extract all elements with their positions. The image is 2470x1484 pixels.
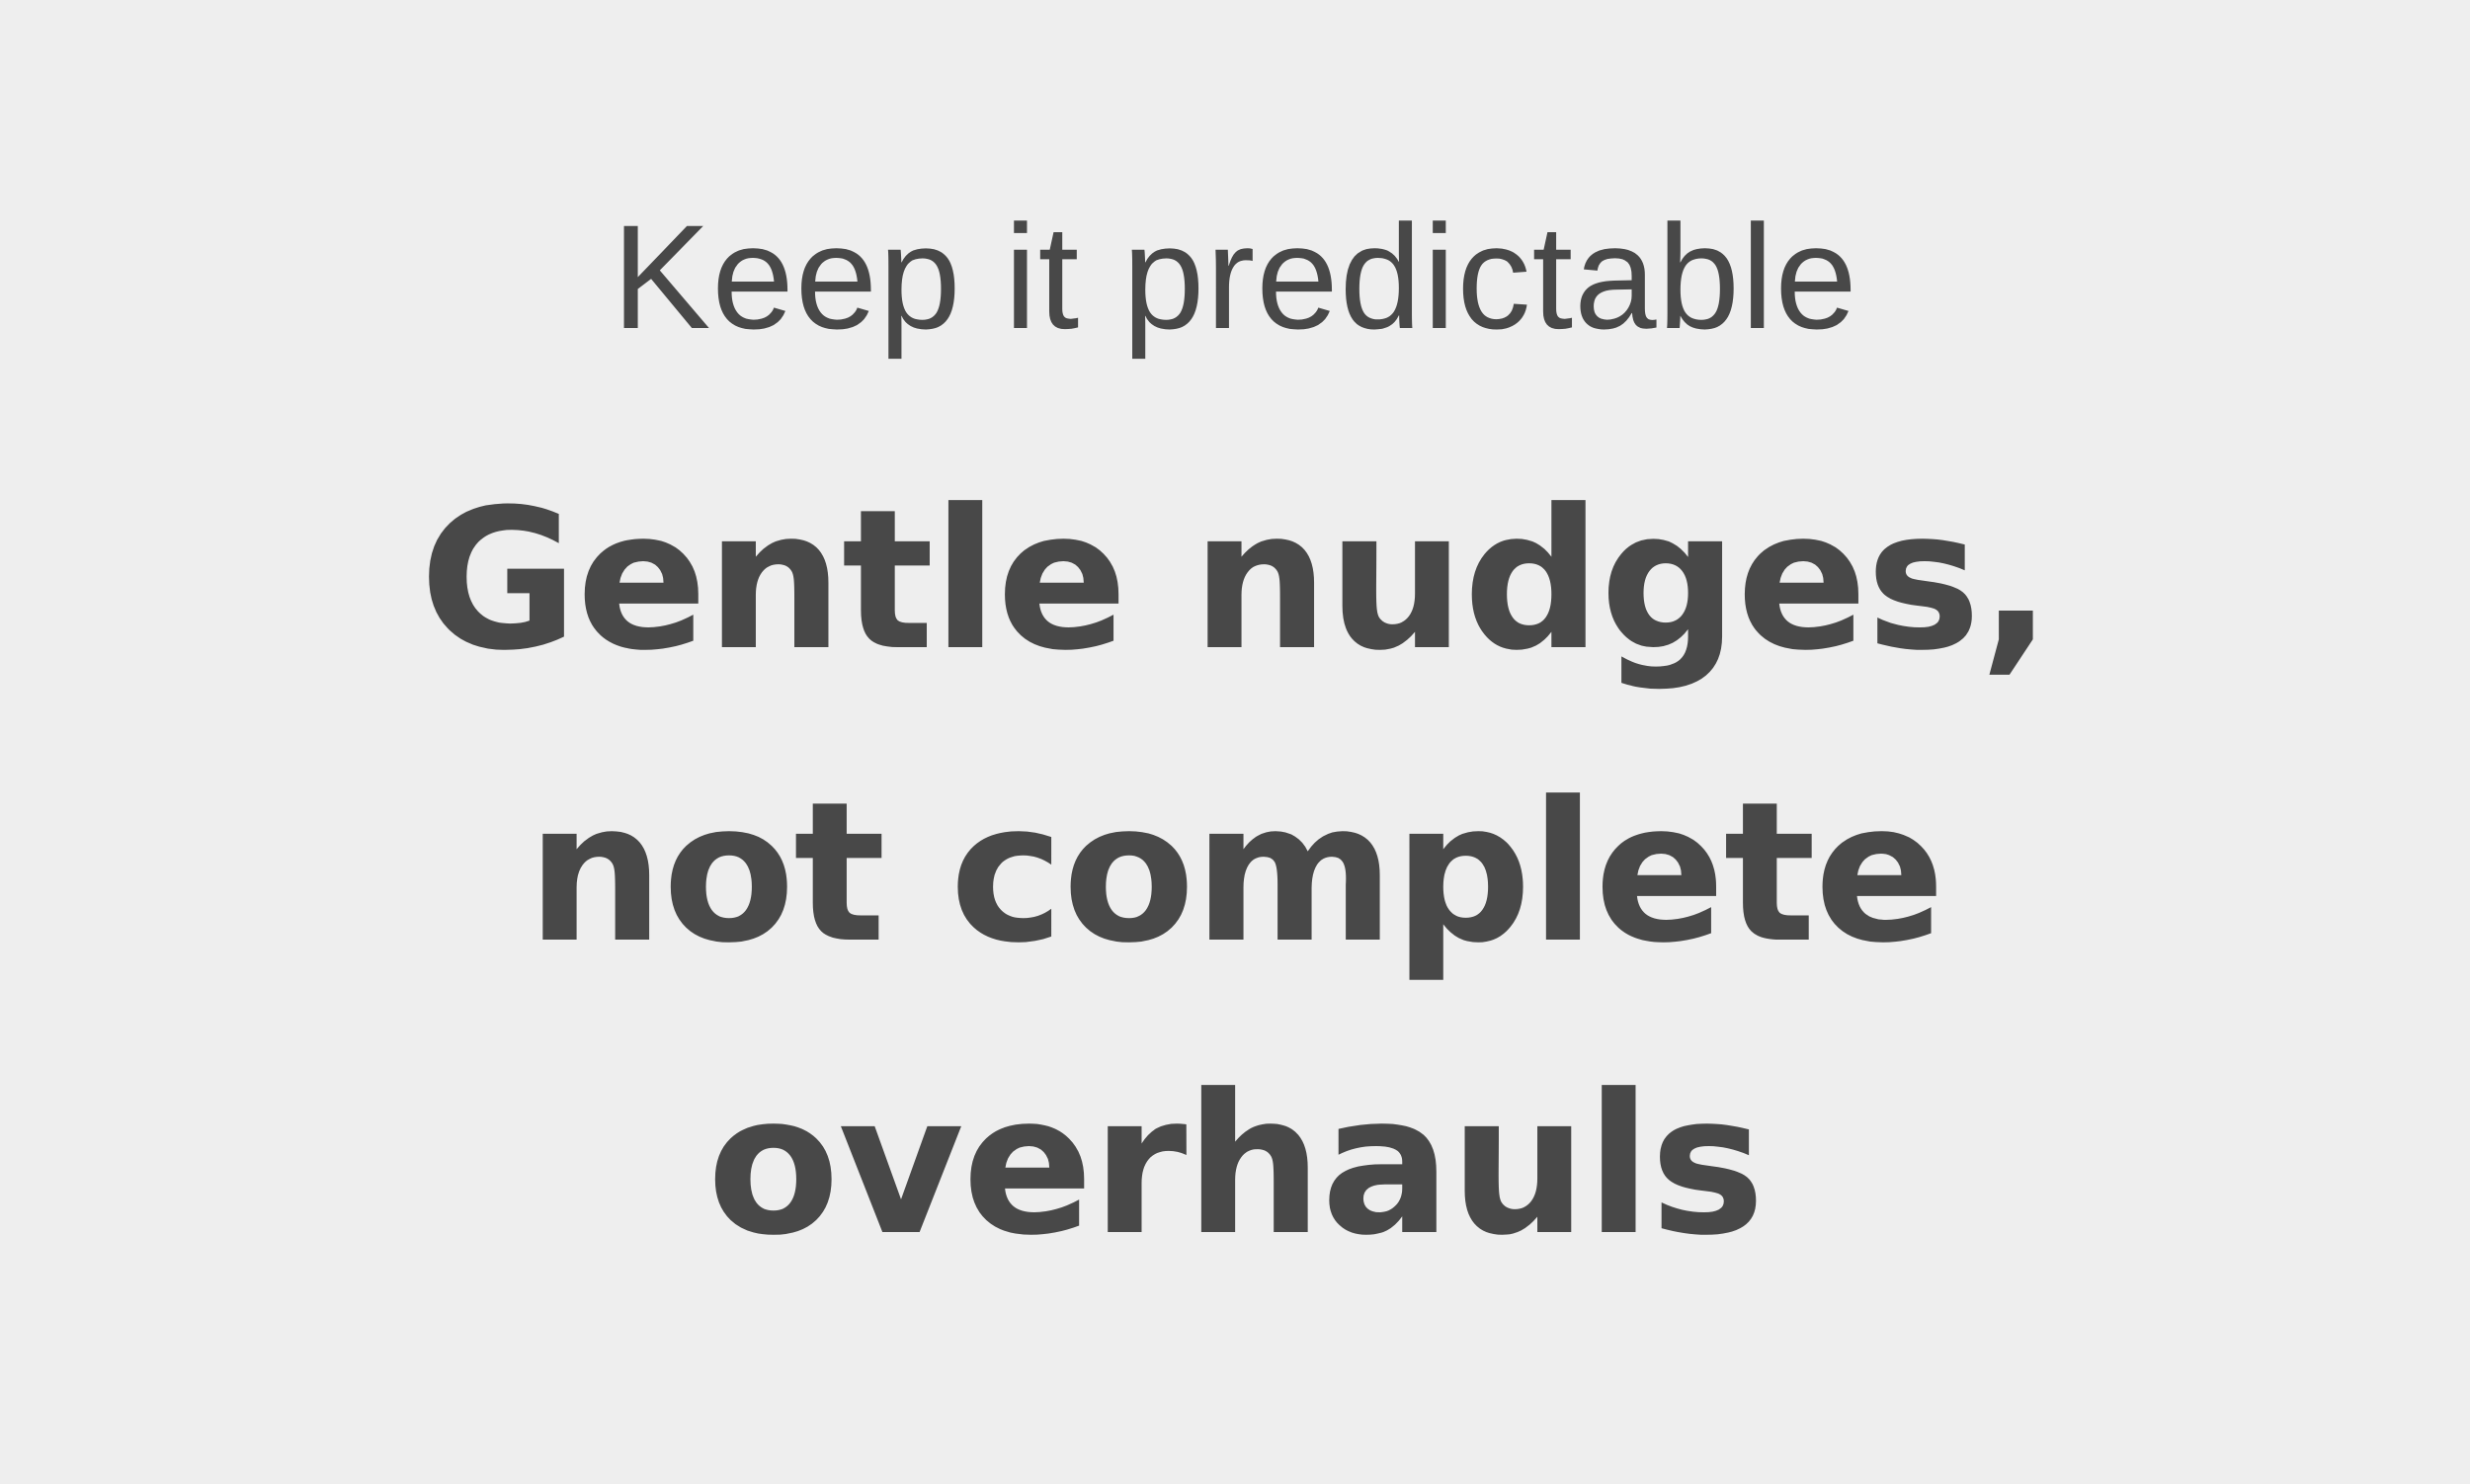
headline-line-2: not complete bbox=[526, 761, 1945, 986]
subtitle: Keep it predictable bbox=[612, 194, 1858, 360]
headline: Gentle nudges, not complete overhauls bbox=[0, 435, 2470, 1312]
headline-line-3: overhauls bbox=[706, 1053, 1765, 1278]
slide: Keep it predictable Gentle nudges, not c… bbox=[0, 0, 2470, 1484]
headline-line-1: Gentle nudges, bbox=[419, 468, 2052, 694]
